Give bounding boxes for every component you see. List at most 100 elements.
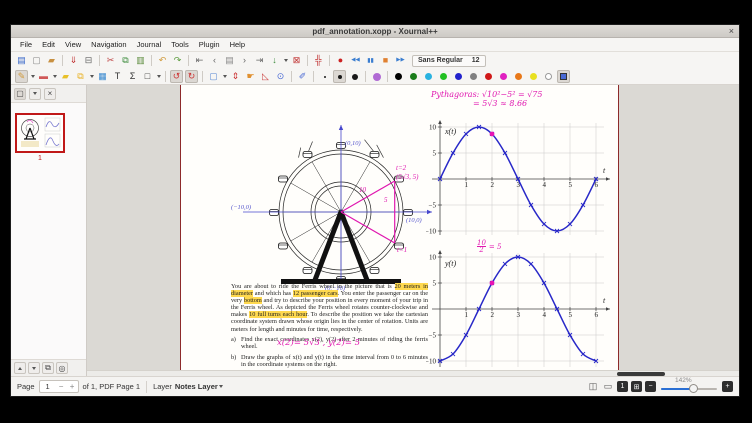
page-settings-button[interactable]: ◎ (56, 362, 68, 374)
color-blue[interactable] (452, 70, 465, 83)
pdf-text-marker-button[interactable]: ⧉ (74, 70, 87, 83)
thickness-thick-button[interactable] (348, 70, 361, 83)
preview-pages-button[interactable]: ▢ (14, 88, 26, 100)
previous-page-button[interactable]: ‹ (208, 54, 221, 67)
move-page-up-button[interactable] (14, 362, 26, 374)
snap-grid-button[interactable]: ↻ (185, 70, 198, 83)
text-tool-button[interactable]: T (111, 70, 124, 83)
export-pdf-button[interactable]: ⇓ (67, 54, 80, 67)
fit-page-button[interactable]: 1 (617, 381, 628, 392)
zoom-slider[interactable]: 142% (661, 379, 717, 395)
color-magenta[interactable] (497, 70, 510, 83)
color-light-blue[interactable] (422, 70, 435, 83)
close-icon[interactable]: × (729, 26, 734, 36)
color-black[interactable] (392, 70, 405, 83)
undo-button[interactable]: ↶ (156, 54, 169, 67)
menu-view[interactable]: View (60, 40, 86, 49)
move-page-down-button[interactable] (28, 362, 40, 374)
last-page-button[interactable]: ⇥ (253, 54, 266, 67)
first-page-button[interactable]: ⇤ (193, 54, 206, 67)
delete-page-button[interactable]: ⊠ (290, 54, 303, 67)
menu-file[interactable]: File (15, 40, 37, 49)
fill-toggle-button[interactable] (370, 70, 383, 83)
select-rectangle-button[interactable]: ▢ (207, 70, 220, 83)
compass-tool-button[interactable]: ⊙ (274, 70, 287, 83)
hand-tool-button[interactable]: ☛ (244, 70, 257, 83)
presentation-mode-button[interactable]: ▭ (602, 381, 614, 392)
spline-tool-button[interactable]: ✐ (296, 70, 309, 83)
fullscreen-button[interactable]: ╬ (312, 54, 325, 67)
zoom-in-button[interactable]: + (722, 381, 733, 392)
sidebar-dropdown-button[interactable] (29, 88, 41, 100)
fit-width-button[interactable]: ⊞ (631, 381, 642, 392)
zoom-out-button[interactable]: − (645, 381, 656, 392)
color-gray[interactable] (467, 70, 480, 83)
title-bar[interactable]: pdf_annotation.xopp - Xournal++ × (11, 25, 739, 38)
highlighter-tool-button[interactable]: ▰ (59, 70, 72, 83)
thickness-fine-button[interactable] (318, 70, 331, 83)
color-white[interactable] (542, 70, 555, 83)
next-page-button[interactable]: › (238, 54, 251, 67)
open-document-button[interactable]: ▰ (45, 54, 58, 67)
rewind-audio-icon: ◀◀ (351, 58, 359, 64)
eraser-tool-dropdown-icon[interactable] (51, 70, 58, 83)
document-canvas[interactable]: Pythagoras: √10²−5² = √75 = 5√3 ≈ 8.66 (87, 85, 739, 376)
print-button[interactable]: ⊟ (82, 54, 95, 67)
pen-tool-button[interactable]: ✎ (15, 70, 28, 83)
goto-page-dropdown-icon[interactable] (282, 54, 289, 67)
vertical-space-button[interactable]: ⇕ (229, 70, 242, 83)
sidebar-close-button[interactable]: × (44, 88, 56, 100)
forward-audio-button[interactable]: ▶▶ (394, 54, 407, 67)
pdf-text-marker-dropdown-icon[interactable] (88, 70, 95, 83)
save-button[interactable]: ▤ (15, 54, 28, 67)
two-page-view-button[interactable]: ◫ (587, 381, 599, 392)
menu-navigation[interactable]: Navigation (86, 40, 131, 49)
redo-button[interactable]: ↷ (171, 54, 184, 67)
font-button[interactable]: Sans Regular12 (412, 55, 486, 67)
menu-edit[interactable]: Edit (37, 40, 60, 49)
current-page-button[interactable]: ▤ (223, 54, 236, 67)
stop-audio-button[interactable]: ■ (379, 54, 392, 67)
tex-tool-button[interactable]: Σ (126, 70, 139, 83)
snap-rotation-button[interactable]: ↺ (170, 70, 183, 83)
pen-tool-icon: ✎ (18, 72, 26, 81)
image-tool-button[interactable]: ▦ (96, 70, 109, 83)
label-10-0: (10,0) (406, 217, 422, 224)
toolbar-main: ▤▢▰⇓⊟✂⧉▥↶↷⇤‹▤›⇥↓⊠╬●◀◀▮▮■▶▶Sans Regular12 (11, 52, 739, 69)
page-thumbnail[interactable] (15, 113, 65, 153)
color-orange[interactable] (512, 70, 525, 83)
goto-page-button[interactable]: ↓ (268, 54, 281, 67)
cut-button[interactable]: ✂ (104, 54, 117, 67)
paste-button[interactable]: ▥ (134, 54, 147, 67)
eraser-tool-button[interactable]: ▬ (37, 70, 50, 83)
pdf-page[interactable]: Pythagoras: √10²−5² = √75 = 5√3 ≈ 8.66 (180, 85, 619, 372)
layer-select[interactable]: Notes Layer (175, 382, 218, 391)
page-decrement-button[interactable]: − (56, 381, 67, 392)
page-spinner[interactable]: 1 − + (39, 380, 79, 393)
pen-tool-dropdown-icon[interactable] (29, 70, 36, 83)
menu-plugin[interactable]: Plugin (194, 40, 225, 49)
shapes-tool-button[interactable]: □ (141, 70, 154, 83)
menu-journal[interactable]: Journal (132, 40, 167, 49)
menu-tools[interactable]: Tools (166, 40, 194, 49)
color-picker[interactable] (557, 70, 570, 83)
color-green[interactable] (437, 70, 450, 83)
color-dark-green[interactable] (407, 70, 420, 83)
pause-audio-button[interactable]: ▮▮ (364, 54, 377, 67)
setsquare-tool-button[interactable]: ◺ (259, 70, 272, 83)
zoom-slider-thumb[interactable] (689, 384, 698, 393)
color-yellow[interactable] (527, 70, 540, 83)
layer-dropdown-icon[interactable] (218, 380, 225, 393)
duplicate-page-button[interactable]: ⧉ (42, 362, 54, 374)
new-document-button[interactable]: ▢ (30, 54, 43, 67)
thickness-medium-button[interactable] (333, 70, 346, 83)
record-audio-button[interactable]: ● (334, 54, 347, 67)
copy-button[interactable]: ⧉ (119, 54, 132, 67)
page-spinner-value[interactable]: 1 (40, 382, 56, 391)
menu-help[interactable]: Help (225, 40, 250, 49)
rewind-audio-button[interactable]: ◀◀ (349, 54, 362, 67)
select-rectangle-dropdown-icon[interactable] (221, 70, 228, 83)
color-red[interactable] (482, 70, 495, 83)
page-increment-button[interactable]: + (67, 381, 78, 392)
shapes-tool-dropdown-icon[interactable] (155, 70, 162, 83)
